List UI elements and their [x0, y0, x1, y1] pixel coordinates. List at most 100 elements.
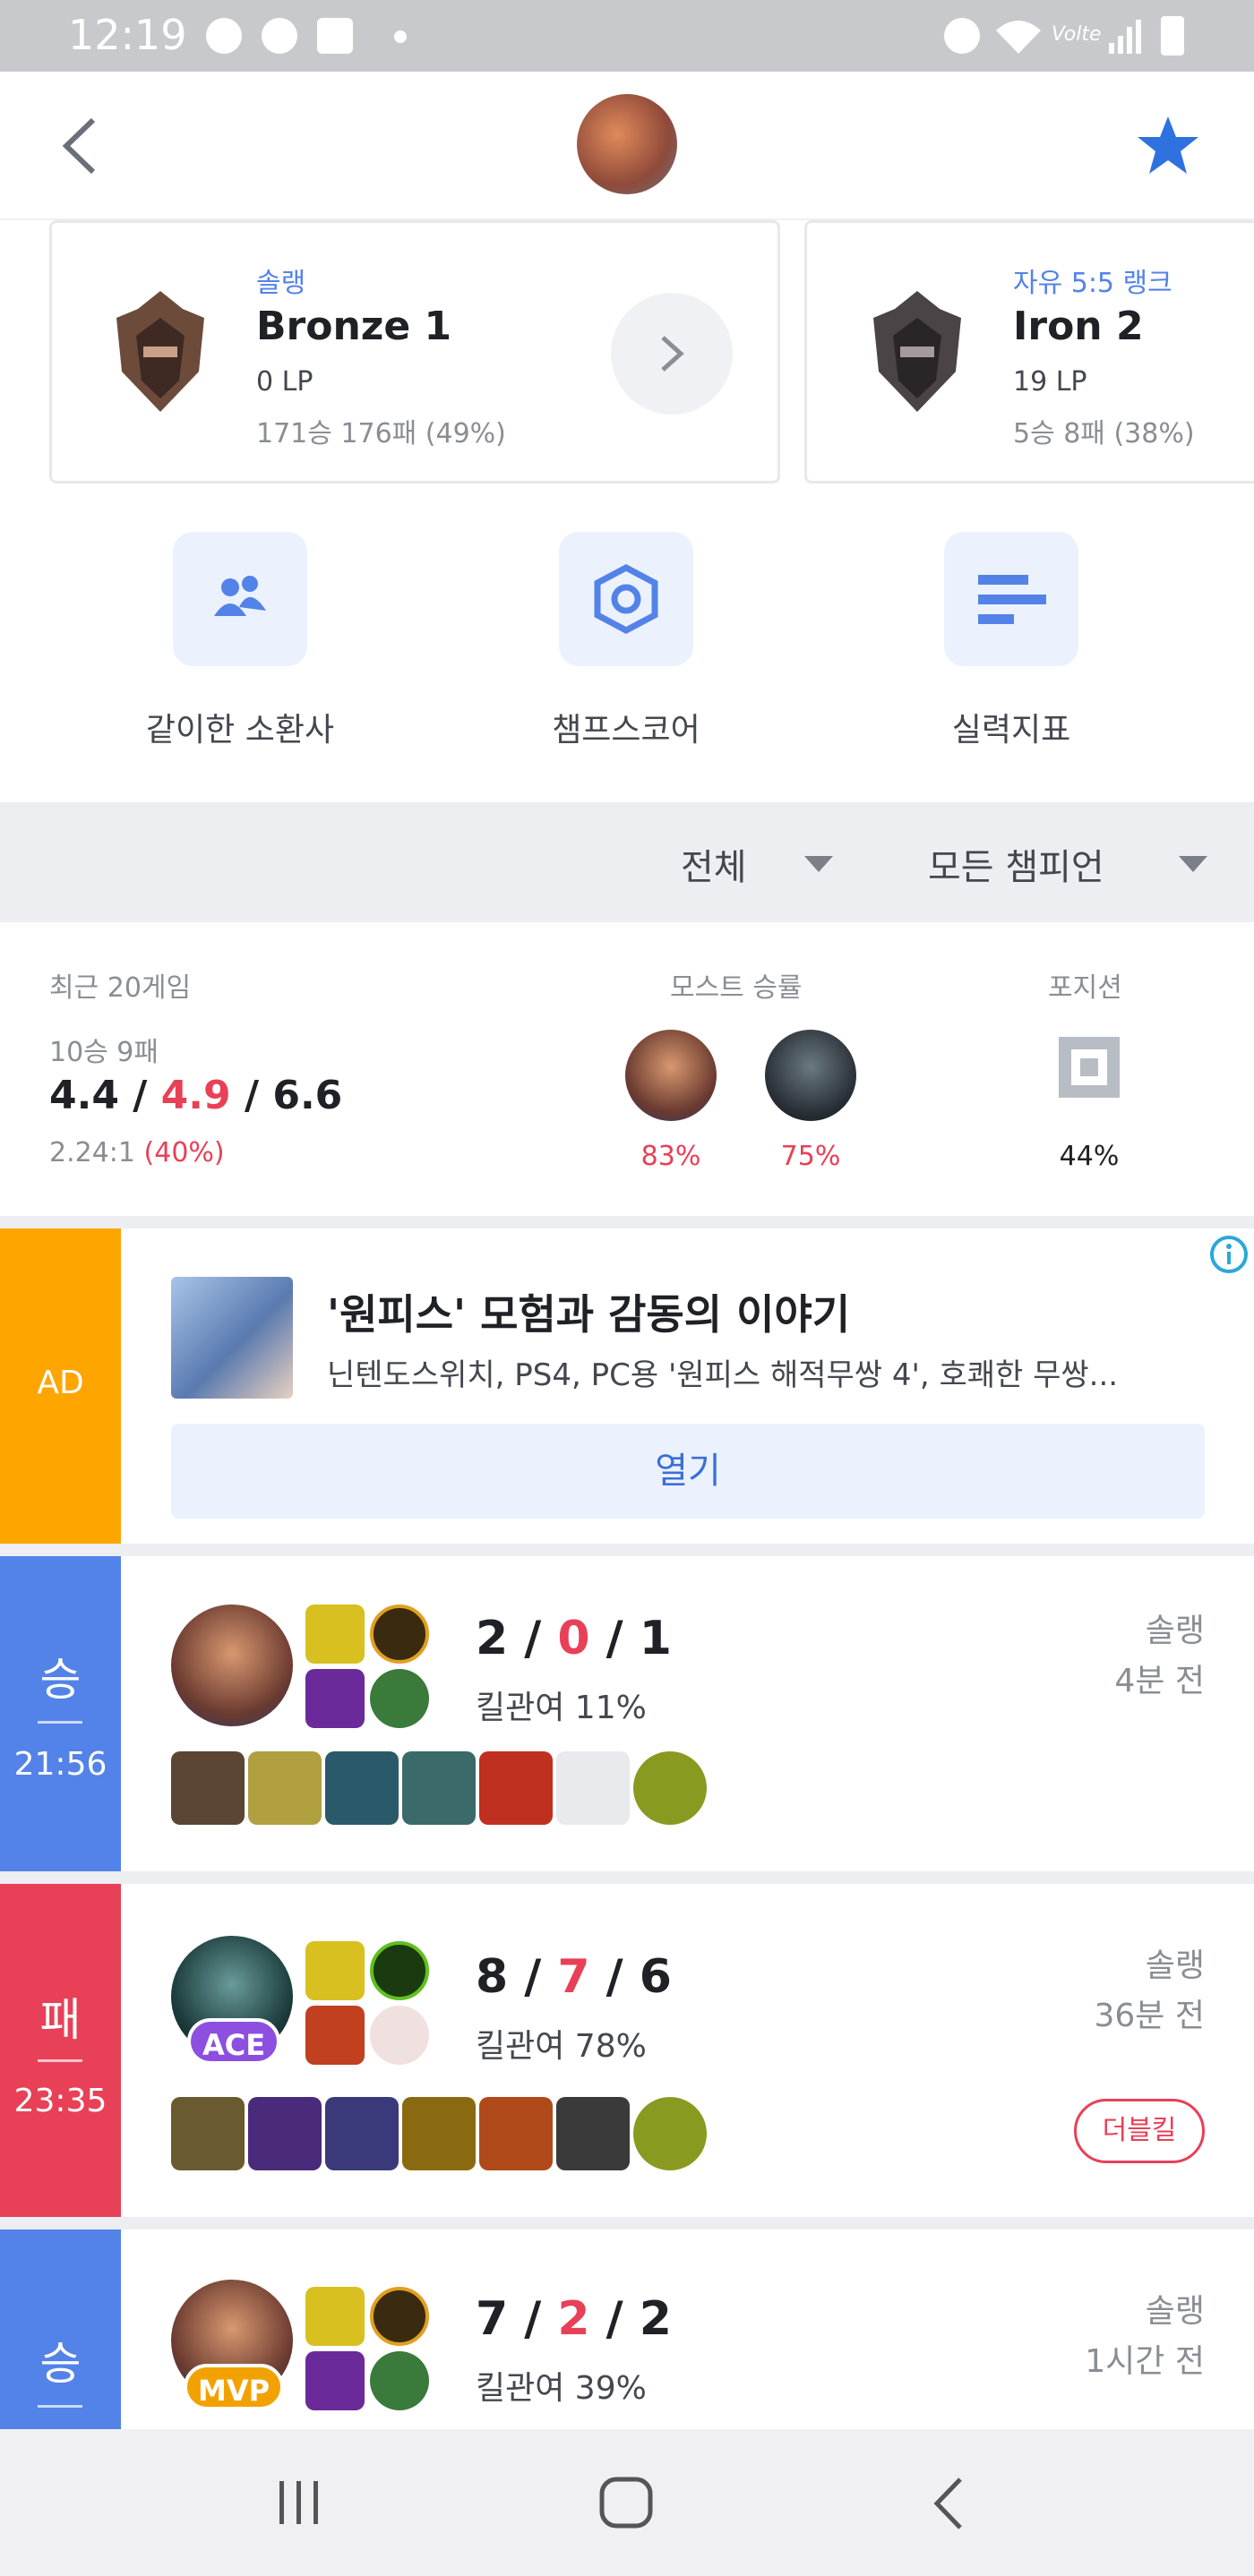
game-queue: 솔랭: [1145, 1947, 1205, 1984]
rank-next-button[interactable]: [611, 293, 733, 415]
rank-tier: Bronze 1: [256, 304, 452, 349]
kill-participation: 킬관여 78%: [476, 2028, 647, 2065]
rank-lp: 19 LP: [1013, 366, 1087, 398]
rune-secondary-icon: [370, 2351, 429, 2410]
item-slot-empty: [556, 1751, 630, 1825]
champion-garen-icon[interactable]: [625, 1030, 717, 1121]
ad-tag: AD: [37, 1365, 84, 1401]
game-result: 패: [39, 1994, 82, 2046]
ad-card[interactable]: '원피스' 모험과 감동의 이야기 닌텐도스위치, PS4, PC용 '원피스 …: [121, 1228, 1254, 1544]
item-icon: [556, 2097, 630, 2170]
people-icon: [214, 576, 266, 616]
hexagon-icon: [594, 564, 658, 634]
game-result-strip: 승: [0, 2229, 121, 2429]
spell-secondary-icon: [305, 2006, 365, 2065]
most-label: 모스트 승률: [670, 972, 803, 1004]
filter-bar: 전체 모든 챔피언: [0, 802, 1254, 922]
kda-assists: 6.6: [272, 1073, 343, 1118]
iron-emblem-icon: [873, 291, 961, 412]
wifi-icon: [996, 21, 1041, 54]
rank-queue-label: 자유 5:5 랭크: [1013, 268, 1172, 299]
rank-card-flex[interactable]: 자유 5:5 랭크 Iron 2 19 LP 5승 8패 (38%): [804, 220, 1254, 484]
chevron-down-icon[interactable]: [804, 856, 833, 872]
spell-secondary-icon: [305, 2351, 365, 2410]
dot-icon: [394, 30, 407, 43]
shortcut-summoners[interactable]: [173, 532, 307, 666]
chevron-down-icon[interactable]: [1179, 856, 1207, 872]
assists: 1: [639, 1612, 672, 1665]
status-time: 12:19: [68, 11, 187, 59]
item-icon: [402, 1751, 476, 1825]
chevron-left-icon[interactable]: [57, 116, 102, 175]
shortcut-skill[interactable]: [944, 532, 1078, 666]
multikill-badge: 더블킬: [1074, 2099, 1205, 2163]
shortcut-label: 챔프스코어: [552, 712, 700, 749]
ace-badge: ACE: [187, 2018, 280, 2065]
recent-label: 최근 20게임: [49, 972, 192, 1004]
rank-queue-label: 솔랭: [256, 268, 306, 299]
rune-secondary-icon: [370, 1669, 429, 1728]
deaths: 0: [557, 1612, 590, 1665]
spell-secondary-icon: [305, 1669, 365, 1728]
ratio-value: 2.24:1: [49, 1137, 135, 1168]
game-row[interactable]: 2 / 0 / 1 킬관여 11% 솔랭 4분 전: [121, 1556, 1254, 1871]
game-result-strip: 승 21:56: [0, 1556, 121, 1871]
assists: 2: [639, 2292, 672, 2346]
item-icon: [402, 2097, 476, 2170]
game-row[interactable]: ACE 8 / 7 / 6 킬관여 78% 솔랭 36분 전 더블킬: [121, 1884, 1254, 2217]
most-winrate: 83%: [640, 1141, 701, 1172]
deaths: 2: [557, 2292, 590, 2346]
rank-record: 171승 176패 (49%): [256, 418, 506, 449]
game-kda: 7 / 2 / 2: [476, 2292, 672, 2346]
status-bar: 12:19 Volte: [0, 0, 1254, 72]
talk-icon: [206, 18, 242, 54]
rank-card-solo[interactable]: 솔랭 Bronze 1 0 LP 171승 176패 (49%): [49, 220, 780, 484]
rune-primary-icon: [370, 1941, 429, 2000]
rank-tier: Iron 2: [1013, 304, 1144, 349]
back-icon[interactable]: [932, 2476, 967, 2531]
alarm-icon: [944, 18, 980, 54]
rune-primary-icon: [370, 1605, 429, 1664]
recent-record: 10승 9패: [49, 1037, 159, 1068]
shortcut-champscore[interactable]: [559, 532, 693, 666]
mail-icon: [317, 18, 353, 54]
kda-kills: 4.4: [49, 1073, 119, 1118]
rune-secondary-icon: [370, 2006, 429, 2065]
position-label: 포지션: [1048, 972, 1122, 1004]
divider: [38, 1721, 82, 1724]
shortcut-label: 같이한 소환사: [145, 712, 335, 749]
info-icon[interactable]: [1208, 1234, 1250, 1275]
game-time-ago: 36분 전: [1094, 1998, 1206, 2034]
kills: 2: [476, 1612, 509, 1665]
item-icon: [479, 1751, 553, 1825]
queue-filter[interactable]: 전체: [681, 838, 747, 890]
profile-avatar[interactable]: [577, 94, 677, 194]
game-queue: 솔랭: [1145, 2293, 1205, 2330]
champion-darius-icon[interactable]: [765, 1030, 856, 1121]
shortcut-box: [559, 532, 693, 666]
home-icon[interactable]: [598, 2476, 656, 2529]
recent-summary: 최근 20게임 10승 9패 4.4 / 4.9 / 6.6 2.24:1 (4…: [0, 922, 1254, 1218]
kda-deaths: 4.9: [160, 1073, 231, 1118]
ad-open-button[interactable]: 열기: [171, 1424, 1205, 1519]
game-result: 승: [39, 2338, 82, 2390]
champion-avatar: [171, 1605, 293, 1726]
champion-filter[interactable]: 모든 챔피언: [928, 838, 1104, 890]
ratio-pct: (40%): [143, 1137, 225, 1168]
star-icon[interactable]: [1136, 113, 1200, 177]
kills: 8: [476, 1950, 509, 2004]
ad-desc: 닌텐도스위치, PS4, PC용 '원피스 해적무쌍 4', 호쾌한 무쌍...: [327, 1357, 1119, 1393]
item-icon: [325, 1751, 399, 1825]
kill-participation: 킬관여 39%: [476, 2370, 647, 2407]
item-icon: [248, 2097, 322, 2170]
bars-icon: [978, 575, 1046, 624]
item-icon: [171, 2097, 245, 2170]
game-result: 승: [39, 1654, 82, 1706]
game-row[interactable]: MVP 7 / 2 / 2 킬관여 39% 솔랭 1시간 전: [121, 2229, 1254, 2429]
separator: [0, 1544, 1254, 1556]
recent-apps-icon[interactable]: [274, 2478, 324, 2528]
rank-lp: 0 LP: [256, 366, 314, 398]
kill-participation: 킬관여 11%: [476, 1690, 647, 1726]
game-duration: 23:35: [13, 2083, 107, 2119]
shortcut-box: [944, 532, 1078, 666]
